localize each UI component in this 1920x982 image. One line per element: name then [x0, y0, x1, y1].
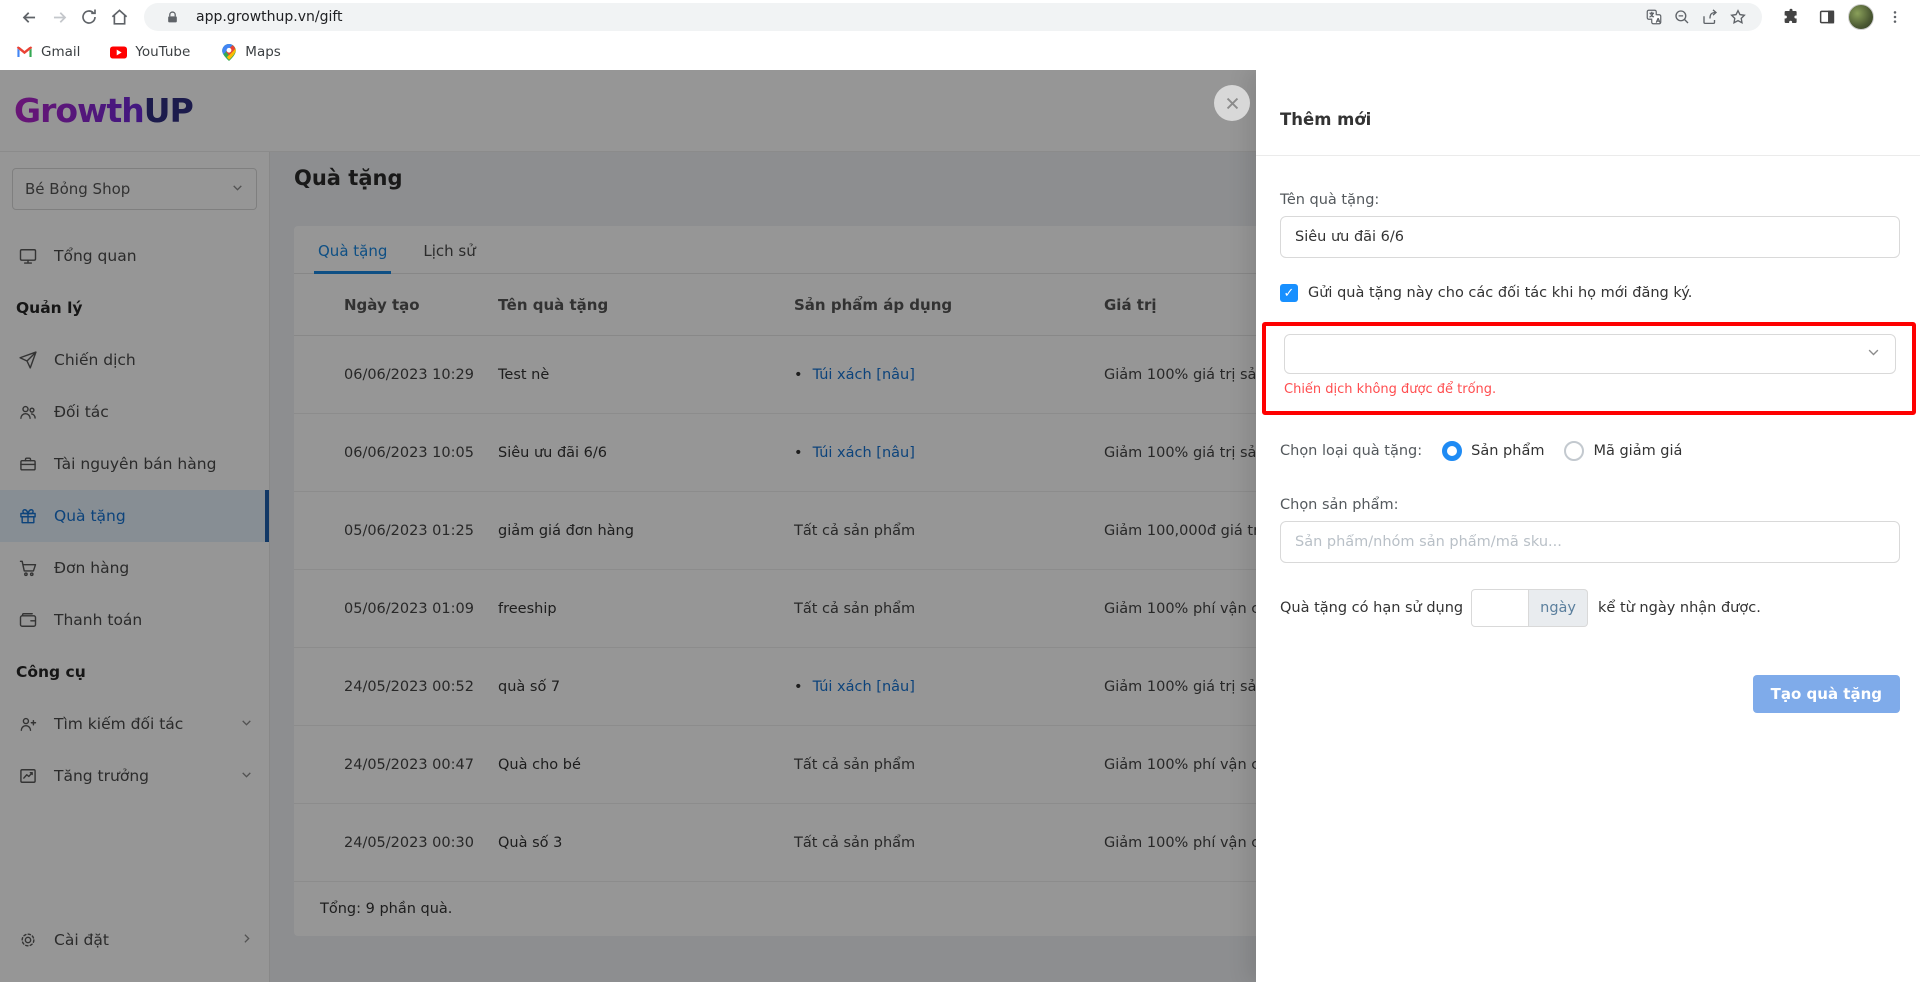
radio-unselected-icon[interactable]: [1564, 441, 1585, 461]
drawer-title: Thêm mới: [1280, 110, 1372, 129]
url-text[interactable]: app.growthup.vn/gift: [196, 9, 1640, 25]
expiry-unit: ngày: [1529, 589, 1589, 627]
url-bar[interactable]: app.growthup.vn/gift: [144, 3, 1762, 31]
send-to-partners-checkbox[interactable]: ✓: [1280, 284, 1298, 302]
maps-icon: [220, 43, 237, 61]
campaign-select[interactable]: [1284, 334, 1896, 374]
gmail-icon: [16, 44, 33, 61]
drawer-header: Thêm mới: [1256, 70, 1920, 129]
radio-label: Sản phẩm: [1471, 443, 1545, 459]
home-icon[interactable]: [104, 2, 134, 32]
bookmark-label: YouTube: [135, 44, 191, 60]
expiry-prefix: Quà tặng có hạn sử dụng: [1280, 600, 1464, 616]
drawer-body: Tên quà tặng: ✓ Gửi quà tặng này cho các…: [1256, 192, 1920, 713]
back-icon[interactable]: [14, 2, 44, 32]
gift-type-option-discount[interactable]: Mã giảm giá: [1564, 441, 1682, 461]
browser-toolbar: app.growthup.vn/gift: [0, 0, 1920, 34]
forward-icon[interactable]: [44, 2, 74, 32]
expiry-row: Quà tặng có hạn sử dụng ngày kể từ ngày …: [1280, 589, 1900, 627]
profile-avatar[interactable]: [1848, 4, 1874, 30]
send-to-partners-label: Gửi quà tặng này cho các đối tác khi họ …: [1308, 285, 1693, 301]
expiry-suffix: kể từ ngày nhận được.: [1598, 600, 1761, 616]
gift-name-input[interactable]: [1280, 216, 1900, 258]
lock-icon: [158, 4, 186, 30]
toolbar-right: [1772, 2, 1910, 32]
drawer-divider: [1256, 155, 1920, 156]
send-to-partners-row: ✓ Gửi quà tặng này cho các đối tác khi h…: [1280, 284, 1900, 302]
product-search-input[interactable]: [1280, 521, 1900, 563]
annotation-rectangle: Chiến dịch không được để trống.: [1262, 322, 1916, 415]
bookmark-gmail[interactable]: Gmail: [16, 44, 80, 61]
bookmark-label: Gmail: [41, 44, 81, 60]
close-icon[interactable]: [1214, 85, 1250, 121]
gift-type-row: Chọn loại quà tặng: Sản phẩm Mã giảm giá: [1280, 441, 1900, 461]
bookmark-label: Maps: [245, 44, 281, 60]
expiry-days-input[interactable]: [1471, 589, 1530, 627]
gift-type-option-product[interactable]: Sản phẩm: [1442, 441, 1544, 461]
extensions-icon[interactable]: [1776, 2, 1806, 32]
modal-overlay[interactable]: [0, 70, 1256, 982]
bookmark-youtube[interactable]: YouTube: [110, 44, 190, 61]
browser-chrome: app.growthup.vn/gift Gmail YouTube Maps: [0, 0, 1920, 70]
translate-icon[interactable]: [1640, 4, 1668, 30]
side-panel-icon[interactable]: [1812, 2, 1842, 32]
share-icon[interactable]: [1696, 4, 1724, 30]
zoom-icon[interactable]: [1668, 4, 1696, 30]
screen: app.growthup.vn/gift Gmail YouTube Maps …: [0, 0, 1920, 982]
youtube-icon: [110, 44, 128, 61]
drawer-actions: Tạo quà tặng: [1280, 675, 1900, 713]
refresh-icon[interactable]: [74, 2, 104, 32]
create-gift-button[interactable]: Tạo quà tặng: [1752, 675, 1900, 713]
gift-type-label: Chọn loại quà tặng:: [1280, 443, 1423, 459]
gift-name-label: Tên quà tặng:: [1280, 192, 1380, 208]
campaign-error-text: Chiến dịch không được để trống.: [1284, 382, 1497, 397]
bookmark-maps[interactable]: Maps: [220, 43, 281, 61]
chevron-down-icon: [1866, 345, 1881, 364]
add-gift-drawer: Thêm mới Tên quà tặng: ✓ Gửi quà tặng nà…: [1256, 70, 1920, 982]
star-icon[interactable]: [1724, 4, 1752, 30]
product-select-label: Chọn sản phẩm:: [1280, 497, 1399, 513]
bookmarks-bar: Gmail YouTube Maps: [0, 34, 1920, 70]
radio-label: Mã giảm giá: [1593, 443, 1683, 459]
page: GrowthUP Bé Bỏng Shop Tổng quan Quản lý Ch…: [0, 70, 1920, 982]
radio-selected-icon[interactable]: [1442, 441, 1463, 461]
menu-icon[interactable]: [1880, 2, 1910, 32]
